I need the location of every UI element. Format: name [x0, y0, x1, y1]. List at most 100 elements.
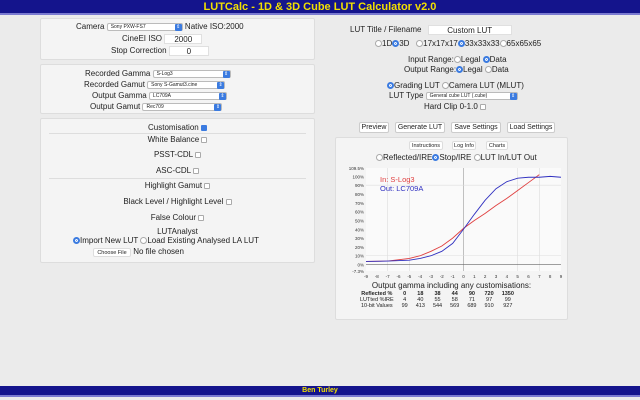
output-data-label: Data — [491, 65, 509, 74]
lutanalyst-label: LUTAnalyst — [157, 227, 198, 236]
camera-value: Sony PXW-FS7 — [110, 23, 146, 30]
input-legal-label: Legal — [460, 55, 481, 64]
x-tick-label: -4 — [418, 274, 422, 279]
17-label: 17x17x17 — [423, 39, 458, 48]
input-data-radio[interactable] — [482, 56, 490, 64]
reflected-label: Reflected/IRE — [383, 153, 433, 162]
black-level-label: Black Level / Highlight Level — [123, 197, 224, 206]
x-tick-label: 8 — [549, 274, 552, 279]
load-existing-label: Load Existing Analysed LA LUT — [147, 236, 259, 245]
x-tick-label: -9 — [364, 274, 368, 279]
x-tick-label: 5 — [516, 274, 519, 279]
camera-select[interactable]: Sony PXW-FS7 ⇕ — [106, 22, 183, 31]
psst-checkbox[interactable] — [195, 151, 202, 158]
3d-label: 3D — [399, 39, 410, 48]
native-iso: Native ISO:2000 — [184, 22, 244, 31]
x-tick-label: -5 — [407, 274, 411, 279]
load-settings-button[interactable]: Load Settings — [507, 122, 555, 133]
hard-clip-label: Hard Clip 0-1.0 — [424, 102, 478, 111]
hard-clip-checkbox[interactable] — [480, 103, 487, 110]
input-range-label: Input Range: — [408, 55, 454, 64]
rec-gamma-select[interactable]: S-Log3 ⇕ — [152, 69, 231, 78]
y-tick-label: 0% — [357, 263, 364, 268]
charts-tab[interactable]: Charts — [486, 141, 508, 150]
import-new-radio[interactable] — [73, 237, 80, 245]
table-cell: 927 — [503, 303, 513, 309]
x-tick-label: 3 — [495, 274, 498, 279]
chevron-down-icon: ⇕ — [218, 92, 226, 100]
no-file-label: No file chosen — [133, 247, 184, 256]
table-caption: Output gamma including any customisation… — [371, 281, 532, 290]
x-tick-label: 0 — [462, 274, 465, 279]
gamma-panel: Recorded Gamma S-Log3 ⇕ Recorded Gamut So… — [40, 64, 315, 114]
lut-title-input[interactable]: Custom LUT — [427, 25, 512, 35]
y-tick-label: 90% — [355, 183, 364, 188]
y-tick-label: 100% — [352, 174, 364, 179]
cineei-label: CineEI ISO — [122, 34, 163, 44]
input-legal-radio[interactable] — [453, 56, 461, 64]
camera-lut-radio[interactable] — [441, 82, 449, 90]
x-tick-label: 1 — [473, 274, 476, 279]
asc-checkbox[interactable] — [193, 167, 200, 174]
reflected-radio[interactable] — [376, 154, 383, 162]
x-tick-label: 6 — [527, 274, 530, 279]
generate-lut-button[interactable]: Generate LUT — [395, 122, 445, 133]
out-gamma-select[interactable]: LC709A ⇕ — [148, 91, 227, 100]
log-info-tab[interactable]: Log Info — [452, 141, 476, 150]
x-tick-label: 7 — [538, 274, 541, 279]
x-tick-label: -6 — [396, 274, 400, 279]
y-tick-label: 70% — [355, 201, 364, 206]
x-tick-label: 4 — [506, 274, 509, 279]
chart-panel: Instructions Log Info Charts Reflected/I… — [335, 137, 568, 320]
white-balance-checkbox[interactable] — [201, 136, 208, 143]
save-settings-button[interactable]: Save Settings — [451, 122, 501, 133]
table-cell: 910 — [484, 303, 494, 309]
camera-panel: Camera Sony PXW-FS7 ⇕ Native ISO:2000 Cin… — [40, 18, 315, 60]
highlight-gamut-checkbox[interactable] — [204, 182, 211, 189]
camera-lut-label: Camera LUT (MLUT) — [448, 81, 524, 90]
legend-1: Out: LC709A — [380, 184, 423, 193]
out-gamut-select[interactable]: Rec709 ⇕ — [142, 102, 223, 111]
1d-label: 1D — [382, 39, 393, 48]
cineei-input[interactable]: 2000 — [164, 34, 203, 44]
false-colour-checkbox[interactable] — [198, 214, 205, 221]
customisation-checkbox[interactable] — [200, 124, 207, 131]
preview-button[interactable]: Preview — [359, 122, 389, 133]
y-tick-label: 50% — [355, 218, 364, 223]
1d-radio[interactable] — [375, 40, 382, 48]
choose-file-button[interactable]: Choose File — [93, 248, 131, 257]
chevron-down-icon: ⇕ — [174, 23, 182, 31]
65-label: 65x65x65 — [506, 39, 542, 48]
white-balance-label: White Balance — [147, 135, 200, 144]
instructions-tab[interactable]: Instructions — [409, 141, 443, 150]
title-bar: LUTCalc - 1D & 3D Cube LUT Calculator v2… — [0, 0, 640, 15]
lut-type-select[interactable]: General cube LUT (.cube) ⇕ — [425, 91, 518, 100]
y-tick-label: 30% — [355, 236, 364, 241]
input-data-label: Data — [489, 55, 507, 64]
gamma-table: Reflected % 0 18 38 44 90 720 1350 LUTted %IRE 4 4… — [356, 291, 518, 309]
black-level-checkbox[interactable] — [225, 198, 232, 205]
output-data-radio[interactable] — [484, 66, 492, 74]
grading-lut-radio[interactable] — [387, 82, 394, 90]
output-legal-radio[interactable] — [456, 66, 464, 74]
lutinout-radio[interactable] — [473, 154, 481, 162]
x-tick-label: 2 — [484, 274, 487, 279]
camera-label: Camera — [76, 22, 105, 31]
y-tick-label: 40% — [355, 227, 364, 232]
lut-title-label: LUT Title / Filename — [350, 25, 422, 35]
stop-input[interactable]: 0 — [168, 46, 209, 56]
x-tick-label: -2 — [440, 274, 444, 279]
x-tick-label: 9 — [560, 274, 563, 279]
rec-gamma-value: S-Log3 — [156, 70, 173, 77]
stop-label: Stop Correction — [111, 46, 167, 56]
false-colour-label: False Colour — [150, 213, 197, 222]
table-cell: 569 — [450, 303, 460, 309]
table-row: 10-bit Values 99 413 544 569 689 910 927 — [356, 303, 518, 309]
33-radio[interactable] — [457, 40, 465, 48]
x-tick-label: -8 — [375, 274, 379, 279]
customisation-label: Customisation — [148, 123, 199, 132]
rec-gamut-select[interactable]: Sony S-Gamut3.cine ⇕ — [147, 80, 226, 89]
65-radio[interactable] — [499, 40, 507, 48]
legend-0: In: S-Log3 — [380, 175, 415, 184]
table-cell: 544 — [432, 303, 443, 309]
